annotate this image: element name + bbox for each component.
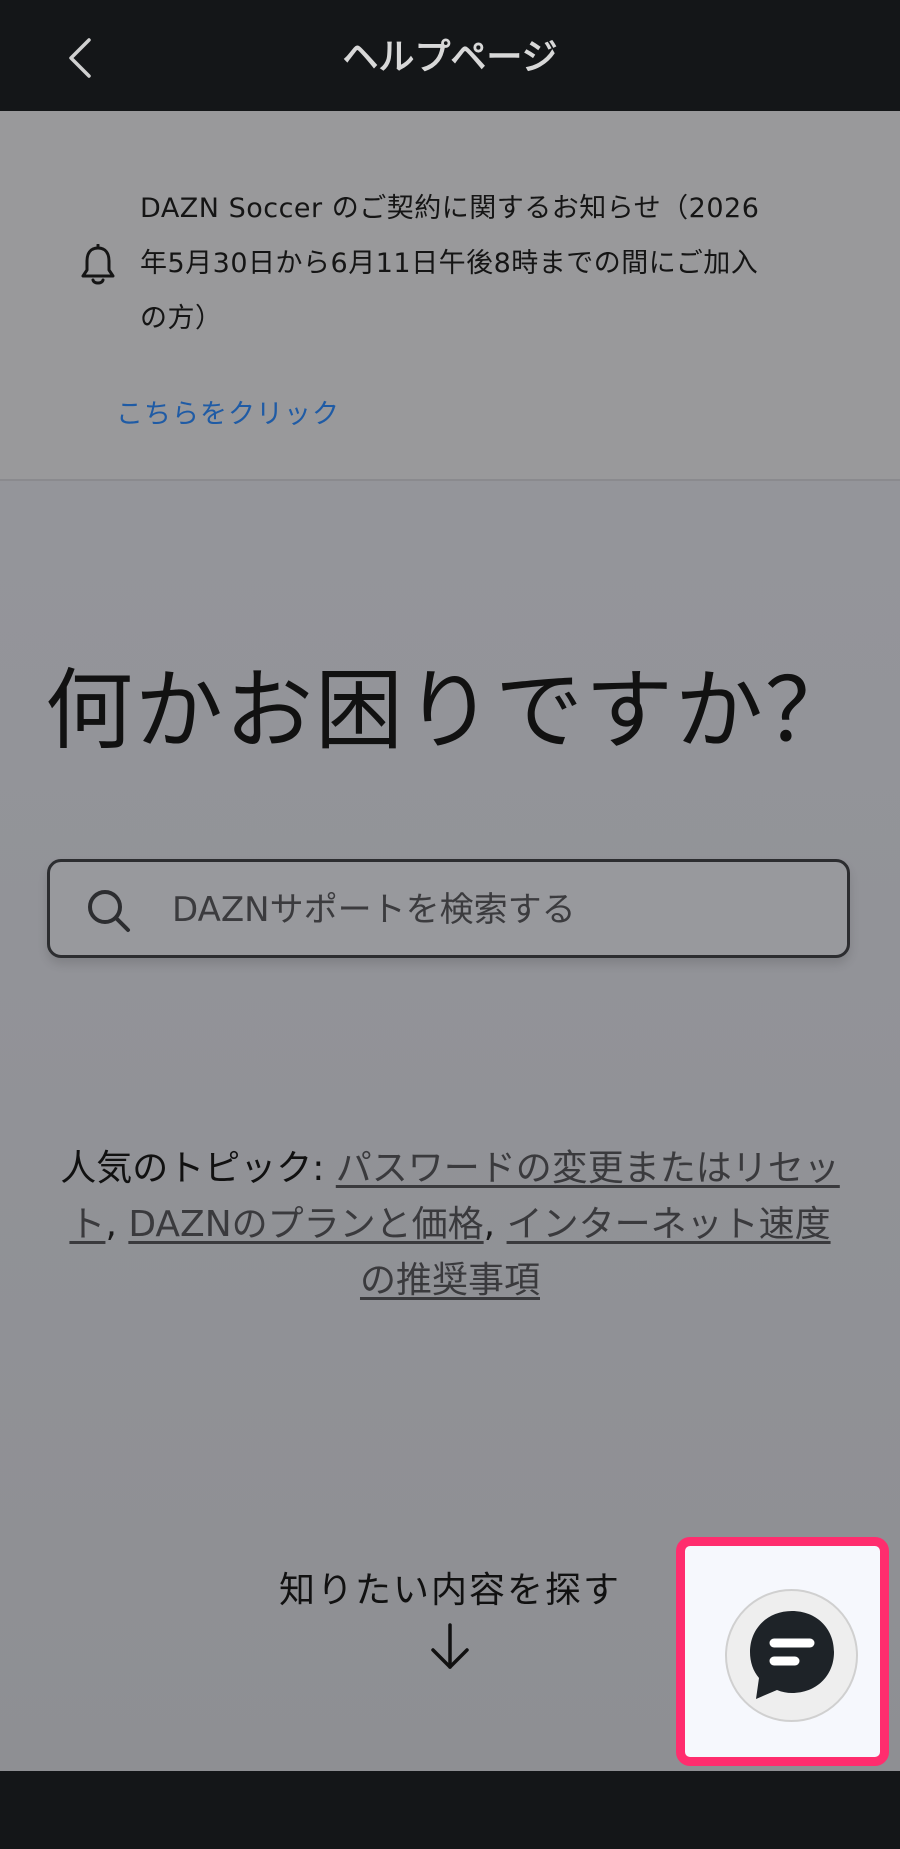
help-page-app: ヘルプページ DAZN Soccer のご契約に関するお知らせ（2026年5月3… <box>0 0 900 1849</box>
notice-message: DAZN Soccer のご契約に関するお知らせ（2026年5月30日から6月1… <box>140 193 760 334</box>
chat-launcher-highlight <box>676 1537 889 1766</box>
search-input[interactable] <box>170 880 814 940</box>
chat-launcher-button[interactable] <box>725 1589 858 1722</box>
popular-topics: 人気のトピック: パスワードの変更またはリセット, DAZNのプランと価格, イ… <box>60 1141 840 1309</box>
bottom-bar <box>0 1771 900 1849</box>
search-box[interactable] <box>47 859 850 958</box>
help-content-area: DAZN Soccer のご契約に関するお知らせ（2026年5月30日から6月1… <box>0 111 900 1771</box>
popular-topics-label: 人気のトピック: <box>60 1148 325 1189</box>
hero-title: 何かお困りですか？ <box>44 659 855 762</box>
topic-separator: , <box>483 1204 496 1245</box>
notice-click-here-link[interactable]: こちらをクリック <box>116 395 340 435</box>
arrow-down-icon[interactable] <box>428 1621 472 1673</box>
topic-link-plans-prices[interactable]: DAZNのプランと価格 <box>128 1204 483 1245</box>
topic-separator: , <box>105 1204 117 1245</box>
page-title: ヘルプページ <box>342 37 558 78</box>
notice-banner: DAZN Soccer のご契約に関するお知らせ（2026年5月30日から6月1… <box>0 111 900 481</box>
bell-icon <box>81 244 115 285</box>
search-icon <box>88 890 130 932</box>
chat-bubble-icon <box>749 1610 834 1699</box>
top-navigation-bar: ヘルプページ <box>0 0 900 111</box>
